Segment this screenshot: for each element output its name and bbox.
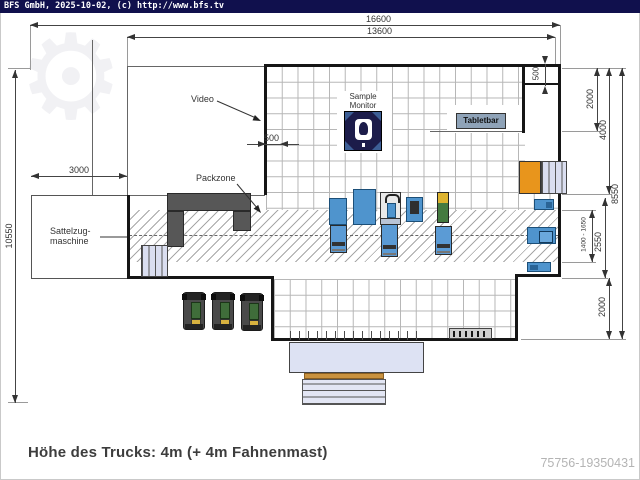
dim-right-2000-label: 2000 (585, 79, 595, 119)
dim-lane-total (605, 198, 606, 278)
dim-right-total-label: 8550 (610, 174, 620, 214)
title-bar: BFS GmbH, 2025-10-02, (c) http://www.bfs… (0, 0, 640, 13)
dim-right-total (622, 68, 623, 339)
dim-top-inner: 13600 (127, 37, 555, 38)
dim-wall-offset-label: 500 (264, 133, 279, 143)
dim-left-width-label: 3000 (69, 165, 89, 175)
dim-bottom-2000-label: 2000 (597, 287, 607, 327)
dim-lane-range-label: 1400 - 1650 (581, 208, 588, 262)
listing-id-watermark: 75756-19350431 (540, 456, 635, 470)
dim-top-outer: 16600 (30, 25, 560, 26)
dim-right-4000-label: 4000 (598, 110, 608, 150)
dim-site-height-label: 10550 (4, 216, 14, 256)
leader-lines (0, 0, 640, 480)
dim-top-outer-label: 16600 (366, 14, 391, 24)
video-leader-arrow-icon (253, 115, 262, 121)
dim-bottom-2000 (609, 278, 610, 339)
dim-top-inner-label: 13600 (367, 26, 392, 36)
floorplan-page: BFS GmbH, 2025-10-02, (c) http://www.bfs… (0, 0, 640, 480)
title-bar-text: BFS GmbH, 2025-10-02, (c) http://www.bfs… (4, 1, 224, 11)
dim-left-width: 3000 (31, 176, 127, 177)
packzone-leader-arrow-icon (254, 205, 261, 213)
height-note: Höhe des Trucks: 4m (+ 4m Fahnenmast) (28, 444, 328, 461)
dim-lane-total-label: 2550 (593, 222, 603, 262)
dim-right-offset (545, 64, 546, 86)
dim-right-offset-label: 500 (532, 54, 541, 94)
dim-wall-offset: 500 (247, 144, 299, 145)
dim-site-height (15, 70, 16, 403)
